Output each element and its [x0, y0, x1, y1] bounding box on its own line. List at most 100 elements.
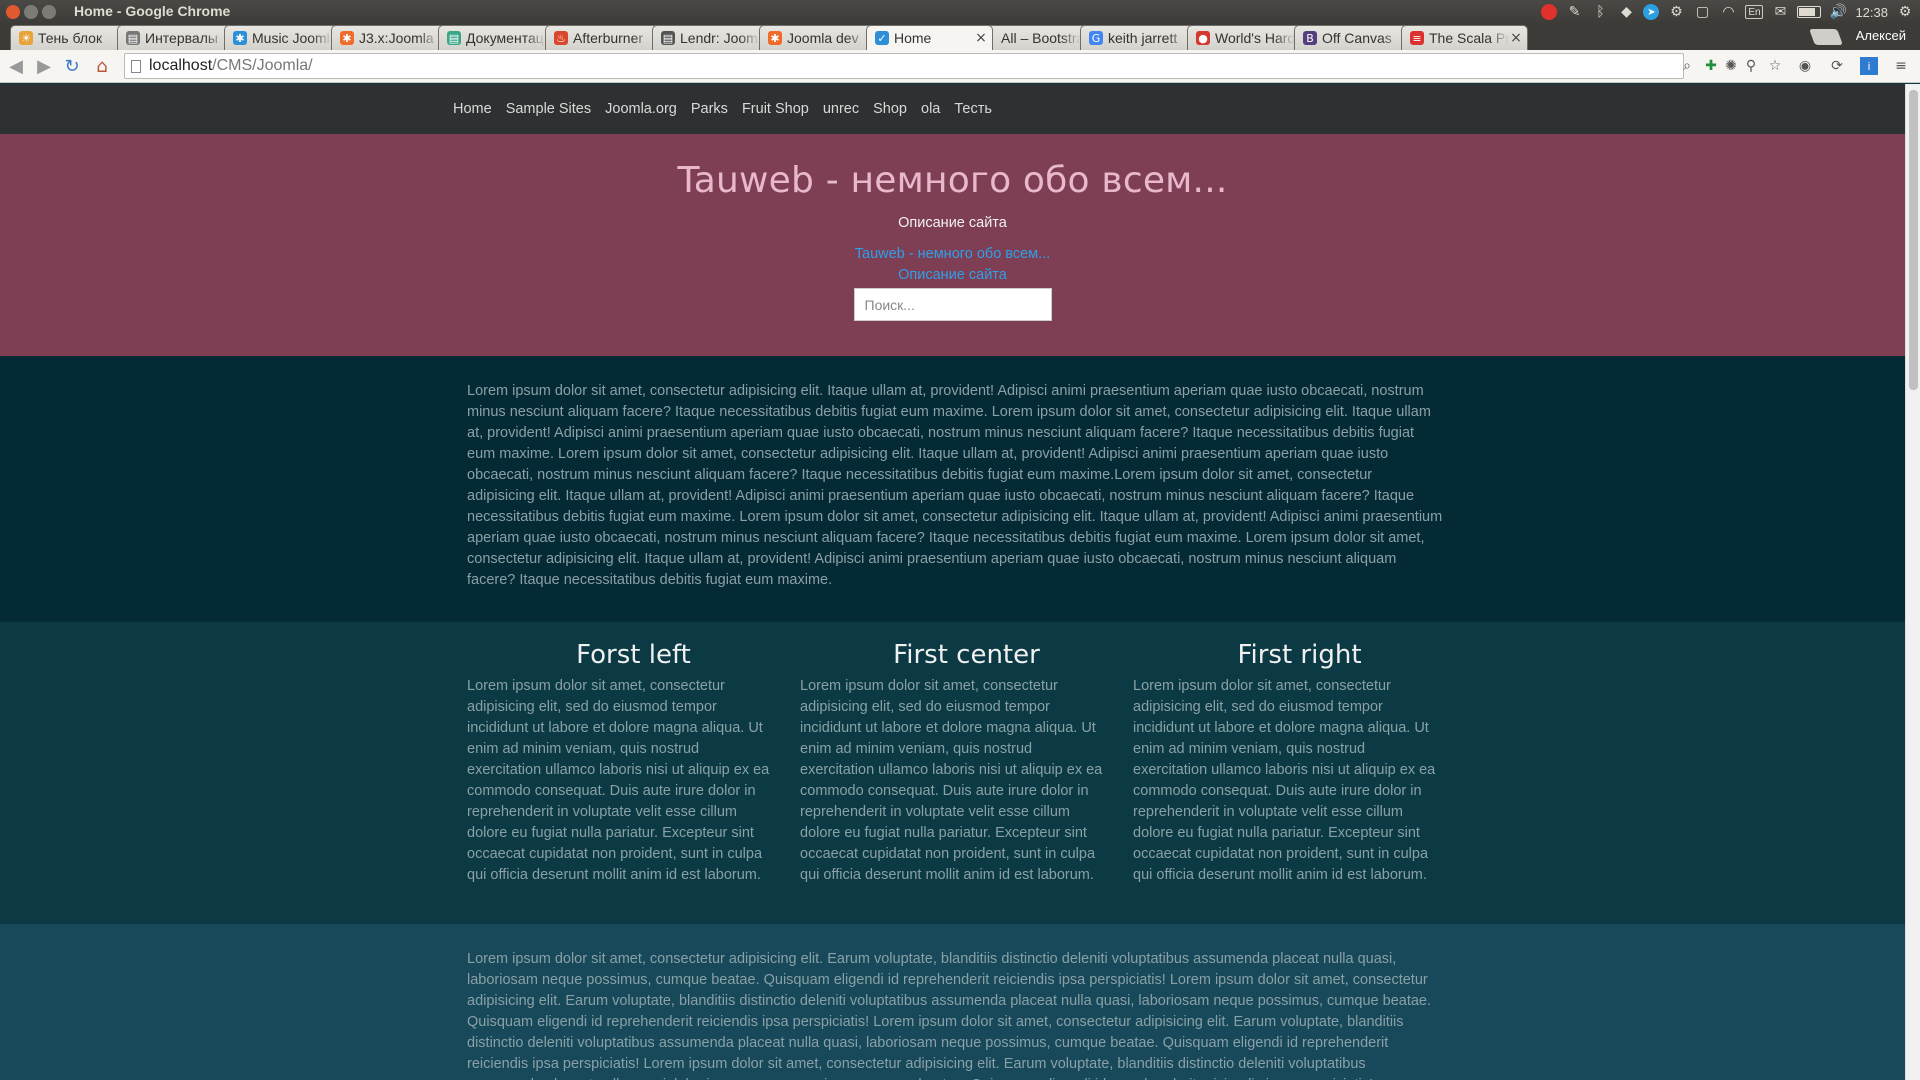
site-description-link[interactable]: Описание сайта — [0, 265, 1905, 286]
bluetooth-icon[interactable]: ᛒ — [1591, 3, 1609, 21]
tab-close-icon[interactable]: × — [1509, 30, 1523, 46]
url-host: localhost — [149, 57, 213, 74]
chrome-menu-icon[interactable]: ≡ — [1892, 57, 1910, 75]
joomla-icon: ✱ — [768, 31, 782, 45]
circle-icon: ● — [1196, 31, 1210, 45]
browser-tab[interactable]: ≡ The Scala Programming× — [1401, 25, 1528, 50]
site-menu-item[interactable]: Тесть — [954, 101, 992, 117]
volume-icon[interactable]: 🔊 — [1829, 3, 1847, 21]
tab-label: Тень блок — [38, 30, 103, 46]
new-tab-button[interactable] — [1809, 29, 1843, 45]
joomla-icon: ✱ — [340, 31, 354, 45]
tab-label: Документация — [466, 30, 546, 46]
column-right: First right Lorem ipsum dolor sit amet, … — [1133, 640, 1466, 924]
site-menu-item[interactable]: ola — [921, 101, 940, 117]
scrollbar-thumb[interactable] — [1909, 90, 1918, 390]
window-title: Home - Google Chrome — [74, 3, 231, 19]
tab-label: Интервалы — [145, 30, 218, 46]
doc-icon: ▤ — [661, 31, 675, 45]
back-arrow-icon[interactable]: ◀ — [6, 56, 26, 77]
site-menu-item[interactable]: Joomla.org — [605, 101, 677, 117]
site-header: Tauweb - немного обо всем... Описание са… — [0, 134, 1905, 356]
column-text: Lorem ipsum dolor sit amet, consectetur … — [800, 678, 1103, 883]
tab-strip: ☀Тень блок×▤Интервалы×✱Music Joomla×✱J3.… — [0, 24, 1920, 50]
tab-label: keith jarrett — [1108, 30, 1178, 46]
browser-toolbar: ◀ ▶ ↻ ⌂ localhost/CMS/Joomla/ ⌕ ✚ ✺ ⚲ ☆ … — [0, 50, 1920, 83]
bookmark-star-icon[interactable]: ☆ — [1766, 57, 1784, 75]
site-menu-item[interactable]: unrec — [823, 101, 859, 117]
site-menu-item[interactable]: Shop — [873, 101, 907, 117]
flame-icon: ♨ — [554, 31, 568, 45]
power-icon[interactable]: ⚙ — [1896, 3, 1914, 21]
extension-eye-icon[interactable]: ◉ — [1796, 57, 1814, 75]
zoom-icon[interactable]: ⌕ — [1678, 57, 1696, 75]
extension-info-icon[interactable]: i — [1860, 57, 1878, 75]
extension-pin-icon[interactable]: ⚲ — [1742, 57, 1760, 75]
three-column-section: Forst left Lorem ipsum dolor sit amet, c… — [0, 622, 1905, 924]
dropbox-icon[interactable]: ◆ — [1617, 3, 1635, 21]
wifi-icon[interactable]: ◠ — [1719, 3, 1737, 21]
forward-arrow-icon[interactable]: ▶ — [34, 56, 54, 77]
tab-label: Afterburner — [573, 30, 644, 46]
column-heading: Forst left — [576, 640, 691, 670]
bottom-section: Lorem ipsum dolor sit amet, consectetur … — [0, 924, 1905, 1080]
pen-icon[interactable]: ✎ — [1565, 3, 1583, 21]
column-heading: First right — [1237, 640, 1362, 670]
tab-label: World's Hardest — [1215, 30, 1295, 46]
address-bar[interactable]: localhost/CMS/Joomla/ — [124, 53, 1684, 79]
check-icon: ✓ — [875, 31, 889, 45]
telegram-icon[interactable]: ➤ — [1643, 4, 1660, 20]
battery-icon[interactable] — [1797, 6, 1822, 18]
site-main-menu: Home Sample Sites Joomla.org Parks Fruit Sho… — [0, 84, 1905, 134]
tab-label: Off Canvas — [1322, 30, 1392, 46]
doc-icon: ▤ — [126, 31, 140, 45]
site-title-link[interactable]: Tauweb - немного обо всем... — [0, 244, 1905, 265]
site-menu-item[interactable]: Sample Sites — [506, 101, 591, 117]
reload-icon[interactable]: ↻ — [62, 56, 82, 77]
window-maximize-button[interactable] — [42, 5, 56, 19]
scala-icon: ≡ — [1410, 31, 1424, 45]
settings-icon[interactable]: ⚙ — [1667, 3, 1685, 21]
bootstrap-icon: B — [1303, 31, 1317, 45]
site-menu-item[interactable]: Home — [453, 101, 492, 117]
column-center: First center Lorem ipsum dolor sit amet,… — [800, 640, 1133, 924]
page-scrollbar[interactable] — [1905, 84, 1920, 1080]
intro-text: Lorem ipsum dolor sit amet, consectetur … — [467, 383, 1443, 588]
bottom-text: Lorem ipsum dolor sit amet, consectetur … — [467, 951, 1432, 1080]
site-menu-item[interactable]: Parks — [691, 101, 728, 117]
record-icon[interactable] — [1541, 4, 1558, 20]
sync-icon[interactable]: ⟳ — [1828, 57, 1846, 75]
browser-tab[interactable]: ✓ Home × — [866, 25, 993, 50]
extension-puzzle-icon[interactable]: ✚ — [1702, 57, 1720, 75]
window-minimize-button[interactable] — [24, 5, 38, 19]
tab-label: The Scala Programming — [1429, 30, 1509, 46]
clock[interactable]: 12:38 — [1855, 5, 1888, 20]
search-input[interactable] — [853, 288, 1052, 321]
google-icon: G — [1089, 31, 1103, 45]
extension-gear-icon[interactable]: ✺ — [1722, 57, 1740, 75]
profile-name[interactable]: Алексей — [1856, 28, 1906, 43]
column-text: Lorem ipsum dolor sit amet, consectetur … — [467, 678, 770, 883]
tab-close-icon[interactable]: × — [974, 30, 988, 46]
tab-label: Music Joomla — [252, 30, 332, 46]
system-tray: ✎ ᛒ ◆ ➤ ⚙ ▢ ◠ En ✉ 🔊 12:38 ⚙ — [1541, 0, 1920, 24]
page-viewport: Home Sample Sites Joomla.org Parks Fruit Sho… — [0, 84, 1905, 1080]
window-titlebar: Home - Google Chrome ✎ ᛒ ◆ ➤ ⚙ ▢ ◠ En ✉ … — [0, 0, 1920, 24]
sun-icon: ☀ — [19, 31, 33, 45]
tab-label: All – Bootstrap — [1001, 30, 1081, 46]
intro-section: Lorem ipsum dolor sit amet, consectetur … — [0, 356, 1905, 622]
window-close-button[interactable] — [6, 5, 20, 19]
column-text: Lorem ipsum dolor sit amet, consectetur … — [1133, 678, 1436, 883]
doc-icon: ▤ — [447, 31, 461, 45]
mail-icon[interactable]: ✉ — [1771, 3, 1789, 21]
clipboard-icon[interactable]: ▢ — [1693, 3, 1711, 21]
tab-label: Home — [894, 30, 932, 46]
tab-label: Joomla dev — [787, 30, 859, 46]
site-title: Tauweb - немного обо всем... — [677, 160, 1228, 201]
keyboard-layout-indicator[interactable]: En — [1745, 5, 1764, 19]
home-icon[interactable]: ⌂ — [92, 56, 112, 77]
joomla-icon: ✱ — [233, 31, 247, 45]
site-menu-item[interactable]: Fruit Shop — [742, 101, 809, 117]
tab-label: Lendr: Joomla — [680, 30, 760, 46]
column-left: Forst left Lorem ipsum dolor sit amet, c… — [467, 640, 800, 924]
